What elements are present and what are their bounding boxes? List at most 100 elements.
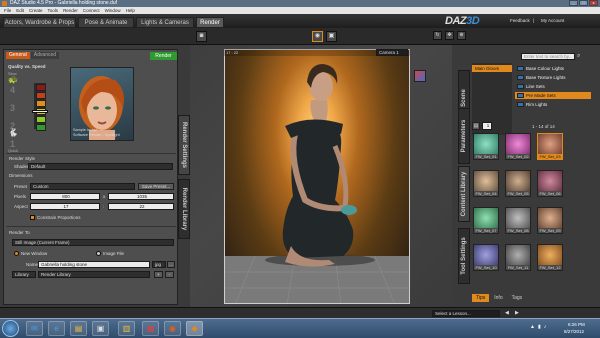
thumbnail-fw-set-02[interactable]: FW_Set_02 bbox=[505, 133, 531, 160]
scene-root-item[interactable]: Main Gloom bbox=[472, 65, 512, 72]
taskbar-app-icon[interactable]: ▣ bbox=[92, 321, 109, 336]
rotate-view-icon[interactable]: ↻ bbox=[433, 31, 442, 40]
aspect-height-input[interactable]: 22 bbox=[108, 203, 174, 210]
taskbar-mail-icon[interactable]: ✉ bbox=[26, 321, 43, 336]
tab-render-library[interactable]: Render Library bbox=[178, 179, 190, 239]
feedback-link[interactable]: Feedback bbox=[510, 18, 530, 23]
subtab-general[interactable]: General bbox=[6, 52, 30, 59]
quality-level-3[interactable]: 3 bbox=[10, 103, 15, 113]
tray-arrow-icon[interactable]: ▲ bbox=[530, 324, 535, 330]
save-preset-button[interactable]: Save Preset... bbox=[138, 183, 174, 190]
camera-snapshot-icon[interactable]: ▣ bbox=[326, 31, 337, 42]
prev-lesson-icon[interactable]: ◀ bbox=[505, 310, 511, 316]
camera-select[interactable]: Camera 1 bbox=[376, 49, 408, 56]
file-format-select[interactable]: jpg bbox=[152, 261, 166, 268]
thumbnail-fw-set-12[interactable]: FW_Set_12 bbox=[537, 244, 563, 271]
quality-level-4[interactable]: 4 bbox=[10, 85, 15, 95]
preset-select[interactable]: Custom bbox=[30, 183, 135, 190]
thumbnail-fw-set-04[interactable]: FW_Set_04 bbox=[473, 170, 499, 197]
page-number-input[interactable]: 1 bbox=[482, 122, 492, 130]
menu-render[interactable]: Render bbox=[63, 7, 78, 14]
minimize-button[interactable]: _ bbox=[569, 0, 578, 6]
scene-search-input[interactable]: Enter text to search by... bbox=[521, 53, 575, 60]
tab-actors-wardrobe-props[interactable]: Actors, Wardrobe & Props bbox=[3, 17, 76, 28]
thumbnail-fw-set-10[interactable]: FW_Set_10 bbox=[473, 244, 499, 271]
thumbnail-fw-set-09[interactable]: FW_Set_09 bbox=[537, 207, 563, 234]
move-view-icon[interactable]: ✥ bbox=[445, 31, 454, 40]
browse-button[interactable]: ... bbox=[167, 261, 175, 268]
viewport-header: 17 : 22 Camera 1 bbox=[224, 49, 410, 56]
quality-slider-handle[interactable] bbox=[32, 110, 48, 113]
tab-tips[interactable]: Tips bbox=[472, 294, 490, 302]
menu-create[interactable]: Create bbox=[29, 7, 43, 14]
scene-item-line-sets[interactable]: Line Sets bbox=[515, 83, 591, 90]
tab-render-library-label: Render Library bbox=[181, 187, 187, 231]
my-account-link[interactable]: My Account bbox=[541, 18, 564, 23]
tab-render-settings[interactable]: Render Settings bbox=[178, 115, 190, 175]
taskbar-daz-studio-icon[interactable]: ◆ bbox=[186, 321, 203, 336]
quality-swatch-2 bbox=[36, 92, 46, 99]
view-cube-icon[interactable] bbox=[414, 70, 426, 82]
taskbar-explorer-icon[interactable]: ▤ bbox=[70, 321, 87, 336]
tab-lights-cameras[interactable]: Lights & Cameras bbox=[136, 17, 194, 28]
tab-info[interactable]: Info bbox=[490, 294, 507, 302]
scene-item-base-texture-lights[interactable]: Base Texture Lights bbox=[515, 74, 591, 81]
tab-tool-settings[interactable]: Tool Settings bbox=[458, 228, 470, 284]
render-button[interactable]: Render bbox=[150, 52, 177, 60]
tab-tags[interactable]: Tags bbox=[507, 294, 527, 302]
search-icon[interactable]: ⌕ bbox=[577, 53, 584, 60]
constrain-checkbox[interactable] bbox=[30, 215, 35, 220]
camera-icon[interactable]: ◙ bbox=[196, 31, 207, 42]
file-name-input[interactable]: Gabriella holding stone bbox=[38, 261, 150, 268]
view-toggle-icon[interactable]: ▤ bbox=[472, 122, 480, 130]
scene-item-pre-made-sets[interactable]: Pre Made Sets bbox=[515, 92, 591, 99]
render-icon[interactable]: ◉ bbox=[312, 31, 323, 42]
zoom-view-icon[interactable]: ⊕ bbox=[457, 31, 466, 40]
tab-parameters[interactable]: Parameters bbox=[458, 108, 470, 164]
tab-pose-animate[interactable]: Pose & Animate bbox=[78, 17, 134, 28]
lesson-select[interactable]: Select a Lesson... bbox=[432, 310, 500, 317]
render-to-select[interactable]: Still Image (Current Frame) bbox=[12, 239, 174, 246]
subtab-advanced[interactable]: Advanced bbox=[30, 52, 60, 59]
menu-window[interactable]: Window bbox=[105, 7, 121, 14]
pixels-width-input[interactable]: 800 bbox=[30, 193, 100, 200]
thumbnail-fw-set-03[interactable]: FW_Set_03 bbox=[537, 133, 563, 160]
start-button[interactable] bbox=[2, 320, 19, 337]
thumbnail-fw-set-11[interactable]: FW_Set_11 bbox=[505, 244, 531, 271]
thumbnail-fw-set-05[interactable]: FW_Set_05 bbox=[505, 170, 531, 197]
menu-tools[interactable]: Tools bbox=[48, 7, 59, 14]
aspect-width-input[interactable]: 17 bbox=[30, 203, 100, 210]
scene-item-base-colour-lights[interactable]: Base Colour Lights bbox=[515, 65, 591, 72]
viewport[interactable] bbox=[224, 49, 410, 304]
thumbnail-fw-set-07[interactable]: FW_Set_07 bbox=[473, 207, 499, 234]
thumbnail-fw-set-01[interactable]: FW_Set_01 bbox=[473, 133, 499, 160]
render-library-select[interactable]: Render Library bbox=[38, 271, 150, 278]
thumbnail-caption: FW_Set_04 bbox=[474, 191, 498, 196]
image-file-radio[interactable] bbox=[96, 251, 101, 256]
taskbar-media-icon[interactable]: ◉ bbox=[164, 321, 181, 336]
remove-library-button[interactable]: - bbox=[165, 271, 174, 278]
menu-connect[interactable]: Connect bbox=[83, 7, 100, 14]
new-window-radio[interactable] bbox=[14, 251, 19, 256]
close-button[interactable]: x bbox=[589, 0, 598, 6]
menu-help[interactable]: Help bbox=[126, 7, 135, 14]
tray-volume-icon[interactable]: ♪ bbox=[544, 324, 547, 330]
tab-content-library[interactable]: Content Library bbox=[458, 166, 470, 222]
menu-file[interactable]: File bbox=[4, 7, 11, 14]
add-library-button[interactable]: + bbox=[154, 271, 163, 278]
taskbar-browser-icon[interactable]: e bbox=[48, 321, 65, 336]
tab-render[interactable]: Render bbox=[196, 17, 224, 28]
tray-network-icon[interactable]: ▮ bbox=[538, 324, 541, 330]
preset-label: Preset bbox=[14, 184, 28, 189]
shader-select[interactable]: Default bbox=[28, 163, 173, 170]
taskbar-calendar-icon[interactable]: ▦ bbox=[142, 321, 159, 336]
thumbnail-fw-set-06[interactable]: FW_Set_06 bbox=[537, 170, 563, 197]
maximize-button[interactable]: □ bbox=[579, 0, 588, 6]
pixels-height-input[interactable]: 1035 bbox=[108, 193, 174, 200]
menu-edit[interactable]: Edit bbox=[16, 7, 24, 14]
taskbar-folder-icon[interactable]: ▥ bbox=[118, 321, 135, 336]
thumbnail-fw-set-08[interactable]: FW_Set_08 bbox=[505, 207, 531, 234]
scene-item-rim-lights[interactable]: Rim Lights bbox=[515, 101, 591, 108]
next-lesson-icon[interactable]: ▶ bbox=[515, 310, 521, 316]
library-select[interactable]: Library bbox=[12, 271, 36, 278]
